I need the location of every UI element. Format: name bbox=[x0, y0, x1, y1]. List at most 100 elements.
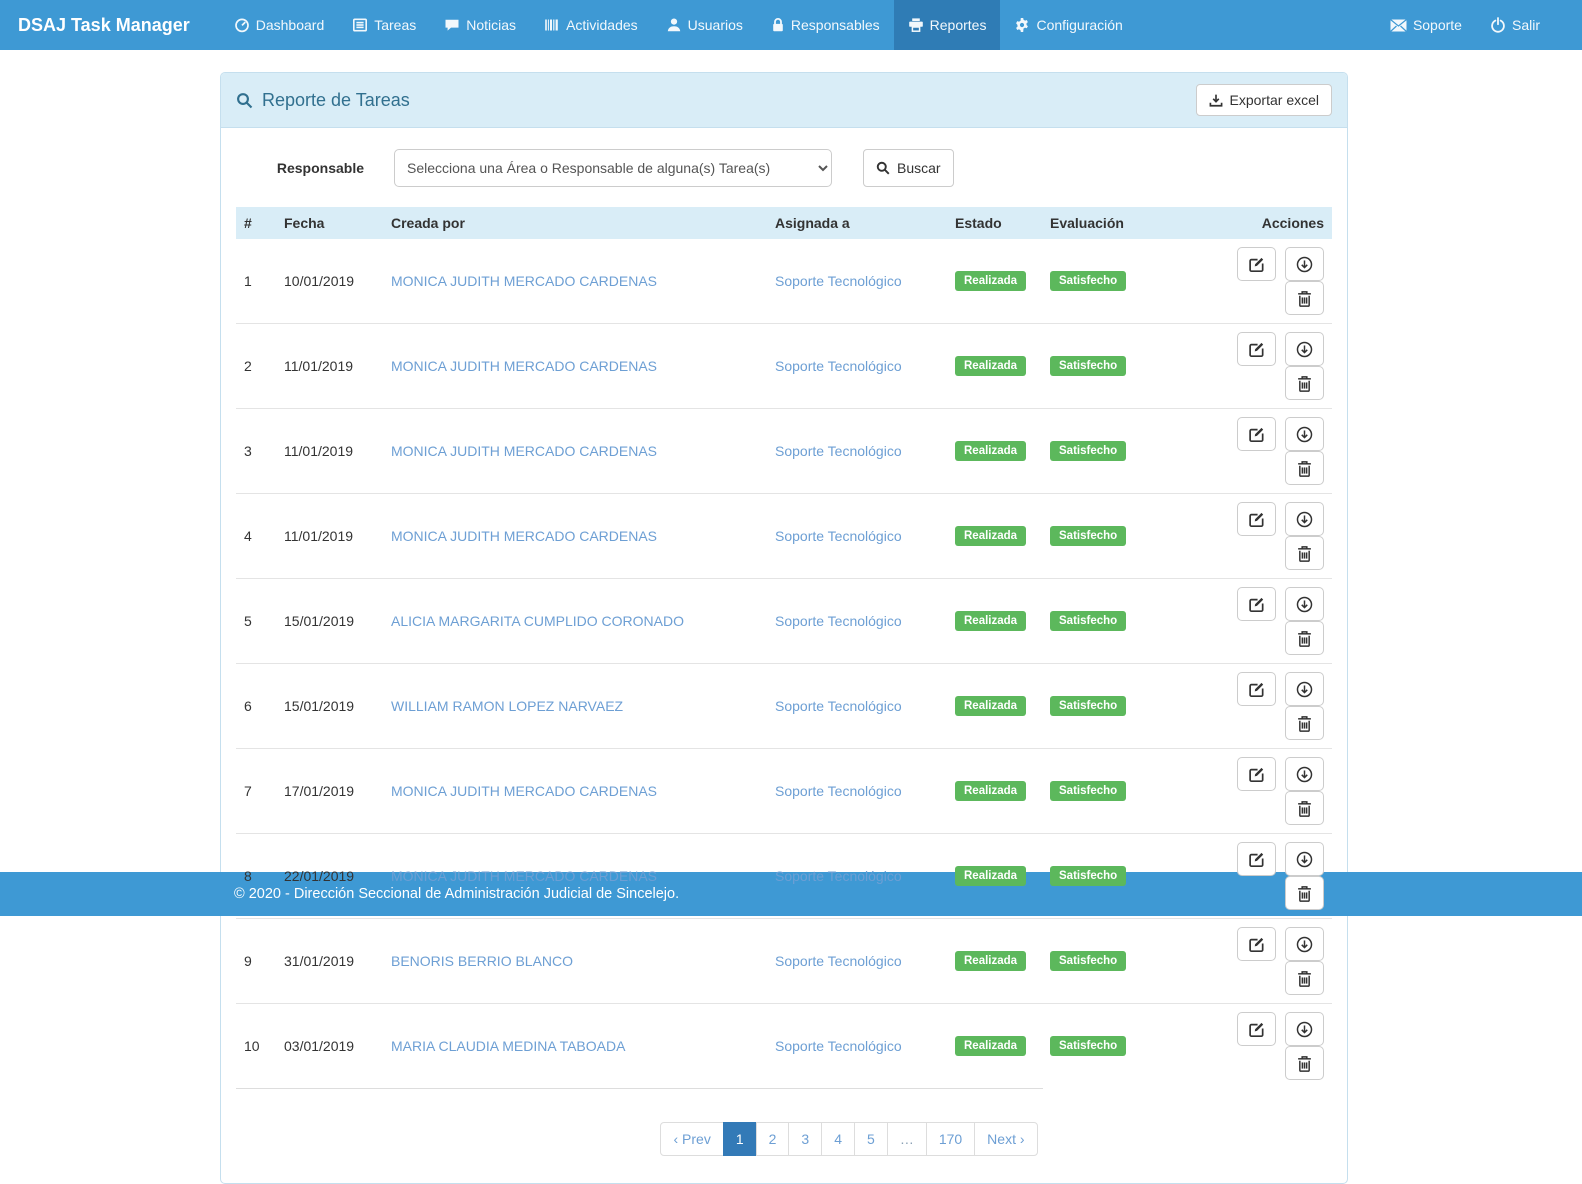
download-row-button[interactable] bbox=[1285, 927, 1324, 961]
row-fecha: 03/01/2019 bbox=[276, 1004, 383, 1089]
nav-item-configuracion[interactable]: Configuración bbox=[1000, 0, 1136, 50]
nav-item-soporte[interactable]: Soporte bbox=[1376, 0, 1476, 50]
asignada-a-link[interactable]: Soporte Tecnológico bbox=[775, 868, 902, 884]
row-number: 3 bbox=[236, 409, 276, 494]
download-row-button[interactable] bbox=[1285, 1012, 1324, 1046]
arrow-down-circle-icon bbox=[1296, 851, 1313, 868]
main-nav: Dashboard Tareas Noticias Actividades Us… bbox=[220, 0, 1137, 50]
delete-button[interactable] bbox=[1285, 876, 1324, 910]
asignada-a-link[interactable]: Soporte Tecnológico bbox=[775, 528, 902, 544]
nav-item-reportes[interactable]: Reportes bbox=[894, 0, 1001, 50]
pagination-prev[interactable]: ‹ Prev bbox=[660, 1122, 723, 1156]
download-row-button[interactable] bbox=[1285, 672, 1324, 706]
header-creada: Creada por bbox=[383, 207, 767, 239]
asignada-a-link[interactable]: Soporte Tecnológico bbox=[775, 358, 902, 374]
creada-por-link[interactable]: MONICA JUDITH MERCADO CARDENAS bbox=[391, 358, 657, 374]
creada-por-link[interactable]: WILLIAM RAMON LOPEZ NARVAEZ bbox=[391, 698, 623, 714]
edit-button[interactable] bbox=[1237, 417, 1276, 451]
edit-button[interactable] bbox=[1237, 757, 1276, 791]
buscar-button[interactable]: Buscar bbox=[863, 149, 954, 187]
print-icon bbox=[908, 17, 924, 33]
asignada-a-link[interactable]: Soporte Tecnológico bbox=[775, 783, 902, 799]
table-bottom-divider bbox=[236, 1088, 1043, 1089]
delete-button[interactable] bbox=[1285, 961, 1324, 995]
edit-button[interactable] bbox=[1237, 587, 1276, 621]
creada-por-link[interactable]: BENORIS BERRIO BLANCO bbox=[391, 953, 573, 969]
table-row: 2 11/01/2019 MONICA JUDITH MERCADO CARDE… bbox=[236, 324, 1332, 409]
nav-item-tareas[interactable]: Tareas bbox=[338, 0, 430, 50]
estado-badge: Realizada bbox=[955, 696, 1026, 716]
edit-button[interactable] bbox=[1237, 842, 1276, 876]
edit-icon bbox=[1248, 851, 1265, 868]
creada-por-link[interactable]: MONICA JUDITH MERCADO CARDENAS bbox=[391, 868, 657, 884]
nav-item-noticias[interactable]: Noticias bbox=[430, 0, 530, 50]
pagination-page-1[interactable]: 1 bbox=[723, 1122, 757, 1156]
table-row: 5 15/01/2019 ALICIA MARGARITA CUMPLIDO C… bbox=[236, 579, 1332, 664]
download-row-button[interactable] bbox=[1285, 502, 1324, 536]
delete-button[interactable] bbox=[1285, 791, 1324, 825]
nav-item-responsables[interactable]: Responsables bbox=[757, 0, 894, 50]
trash-icon bbox=[1297, 630, 1312, 647]
arrow-down-circle-icon bbox=[1296, 426, 1313, 443]
panel-body: Responsable Selecciona una Área o Respon… bbox=[221, 128, 1347, 1183]
pagination-page-170[interactable]: 170 bbox=[926, 1122, 975, 1156]
evaluacion-badge: Satisfecho bbox=[1050, 526, 1126, 546]
arrow-down-circle-icon bbox=[1296, 341, 1313, 358]
responsable-label: Responsable bbox=[236, 160, 394, 176]
download-row-button[interactable] bbox=[1285, 842, 1324, 876]
creada-por-link[interactable]: MONICA JUDITH MERCADO CARDENAS bbox=[391, 443, 657, 459]
edit-button[interactable] bbox=[1237, 672, 1276, 706]
delete-button[interactable] bbox=[1285, 621, 1324, 655]
nav-item-usuarios[interactable]: Usuarios bbox=[652, 0, 757, 50]
delete-button[interactable] bbox=[1285, 536, 1324, 570]
row-number: 4 bbox=[236, 494, 276, 579]
nav-item-dashboard[interactable]: Dashboard bbox=[220, 0, 339, 50]
estado-badge: Realizada bbox=[955, 441, 1026, 461]
edit-button[interactable] bbox=[1237, 332, 1276, 366]
delete-button[interactable] bbox=[1285, 706, 1324, 740]
asignada-a-link[interactable]: Soporte Tecnológico bbox=[775, 613, 902, 629]
asignada-a-link[interactable]: Soporte Tecnológico bbox=[775, 1038, 902, 1054]
table-row: 6 15/01/2019 WILLIAM RAMON LOPEZ NARVAEZ… bbox=[236, 664, 1332, 749]
creada-por-link[interactable]: MONICA JUDITH MERCADO CARDENAS bbox=[391, 528, 657, 544]
export-excel-button[interactable]: Exportar excel bbox=[1196, 84, 1332, 116]
pagination-page-4[interactable]: 4 bbox=[821, 1122, 855, 1156]
edit-button[interactable] bbox=[1237, 927, 1276, 961]
edit-icon bbox=[1248, 596, 1265, 613]
download-row-button[interactable] bbox=[1285, 332, 1324, 366]
pagination-page-3[interactable]: 3 bbox=[788, 1122, 822, 1156]
pagination-next[interactable]: Next › bbox=[974, 1122, 1037, 1156]
gear-icon bbox=[1014, 17, 1030, 33]
download-row-button[interactable] bbox=[1285, 757, 1324, 791]
nav-item-actividades[interactable]: Actividades bbox=[530, 0, 652, 50]
row-number: 7 bbox=[236, 749, 276, 834]
delete-button[interactable] bbox=[1285, 1046, 1324, 1080]
asignada-a-link[interactable]: Soporte Tecnológico bbox=[775, 443, 902, 459]
responsable-select[interactable]: Selecciona una Área o Responsable de alg… bbox=[394, 149, 832, 187]
app-brand[interactable]: DSAJ Task Manager bbox=[0, 0, 206, 50]
asignada-a-link[interactable]: Soporte Tecnológico bbox=[775, 953, 902, 969]
delete-button[interactable] bbox=[1285, 281, 1324, 315]
edit-icon bbox=[1248, 681, 1265, 698]
creada-por-link[interactable]: MONICA JUDITH MERCADO CARDENAS bbox=[391, 273, 657, 289]
edit-button[interactable] bbox=[1237, 502, 1276, 536]
estado-badge: Realizada bbox=[955, 781, 1026, 801]
asignada-a-link[interactable]: Soporte Tecnológico bbox=[775, 698, 902, 714]
creada-por-link[interactable]: MONICA JUDITH MERCADO CARDENAS bbox=[391, 783, 657, 799]
creada-por-link[interactable]: MARIA CLAUDIA MEDINA TABOADA bbox=[391, 1038, 625, 1054]
row-number: 1 bbox=[236, 239, 276, 324]
download-row-button[interactable] bbox=[1285, 417, 1324, 451]
delete-button[interactable] bbox=[1285, 366, 1324, 400]
asignada-a-link[interactable]: Soporte Tecnológico bbox=[775, 273, 902, 289]
delete-button[interactable] bbox=[1285, 451, 1324, 485]
evaluacion-badge: Satisfecho bbox=[1050, 696, 1126, 716]
barcode-icon bbox=[544, 17, 560, 33]
edit-button[interactable] bbox=[1237, 1012, 1276, 1046]
pagination-page-5[interactable]: 5 bbox=[854, 1122, 888, 1156]
edit-button[interactable] bbox=[1237, 247, 1276, 281]
pagination-page-2[interactable]: 2 bbox=[756, 1122, 790, 1156]
download-row-button[interactable] bbox=[1285, 247, 1324, 281]
download-row-button[interactable] bbox=[1285, 587, 1324, 621]
nav-item-salir[interactable]: Salir bbox=[1476, 0, 1554, 50]
creada-por-link[interactable]: ALICIA MARGARITA CUMPLIDO CORONADO bbox=[391, 613, 684, 629]
